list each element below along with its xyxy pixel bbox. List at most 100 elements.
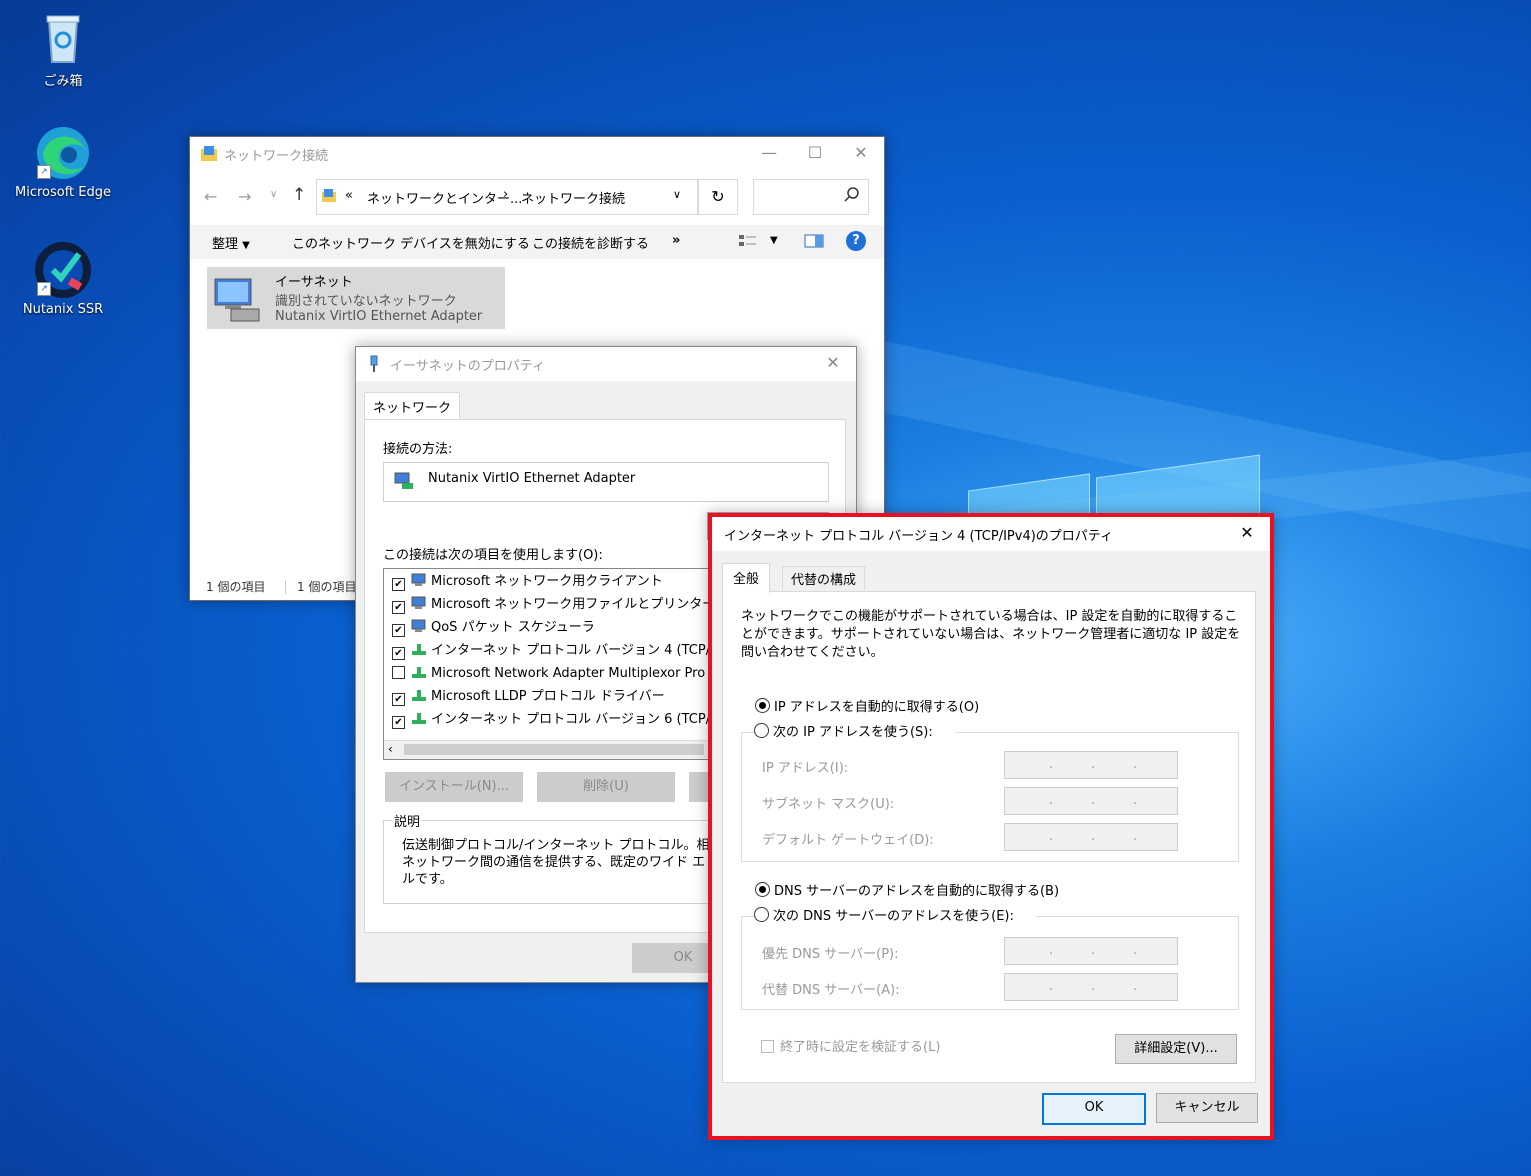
component-label: Microsoft Network Adapter Multiplexor Pr…: [431, 666, 706, 681]
component-list-item[interactable]: ✔ Microsoft ネットワーク用クライアント: [392, 571, 663, 593]
breadcrumb-separator: ›: [503, 187, 509, 202]
status-divider: [285, 580, 286, 594]
tab-network[interactable]: ネットワーク: [364, 392, 461, 420]
connect-using-label: 接続の方法:: [383, 442, 453, 457]
component-checkbox[interactable]: ✔: [392, 624, 405, 637]
breadcrumb-network-internet[interactable]: ネットワークとインター...: [367, 188, 522, 207]
minimize-button[interactable]: —: [746, 137, 792, 169]
component-list-item[interactable]: Microsoft Network Adapter Multiplexor Pr…: [392, 663, 705, 685]
network-connection-item[interactable]: イーサネット 識別されていないネットワーク Nutanix VirtIO Eth…: [207, 267, 505, 329]
address-bar[interactable]: « ネットワークとインター... › ネットワーク接続 ∨: [316, 179, 698, 215]
component-label: Microsoft ネットワーク用ファイルとプリンター共有: [431, 597, 742, 612]
ethernet-plug-icon: [368, 355, 380, 377]
component-checkbox[interactable]: ✔: [392, 647, 405, 660]
desktop-icon-label: Nutanix SSR: [22, 302, 104, 317]
component-checkbox[interactable]: ✔: [392, 716, 405, 729]
component-list-item[interactable]: ✔ QoS パケット スケジューラ: [392, 617, 595, 639]
search-input[interactable]: [753, 179, 869, 215]
back-icon[interactable]: ←: [204, 187, 217, 206]
refresh-button[interactable]: ↻: [698, 179, 738, 215]
close-button[interactable]: ✕: [838, 137, 884, 169]
validate-checkbox[interactable]: 終了時に設定を検証する(L): [761, 1036, 940, 1055]
cancel-button[interactable]: キャンセル: [1156, 1093, 1258, 1123]
ip-address-label: IP アドレス(I):: [762, 761, 849, 776]
forward-icon[interactable]: →: [238, 187, 251, 206]
validate-label: 終了時に設定を検証する(L): [780, 1040, 941, 1055]
radio-selected-icon: [755, 882, 770, 897]
dialog-title: インターネット プロトコル バージョン 4 (TCP/IPv4)のプロパティ: [724, 529, 1114, 544]
install-button[interactable]: インストール(N)...: [385, 772, 523, 802]
component-checkbox[interactable]: ✔: [392, 578, 405, 591]
tab-general[interactable]: 全般: [722, 563, 771, 593]
more-commands-button[interactable]: »: [672, 233, 680, 248]
status-selected-count: 1 個の項目: [297, 580, 357, 594]
ipv4-properties-dialog: インターネット プロトコル バージョン 4 (TCP/IPv4)のプロパティ ✕…: [708, 513, 1274, 1140]
manual-ip-radio[interactable]: 次の IP アドレスを使う(S):: [754, 721, 955, 740]
subnet-mask-field[interactable]: ...: [1004, 787, 1178, 815]
scroll-left-icon[interactable]: ‹: [388, 742, 393, 756]
nutanix-ssr-icon: ↗: [35, 242, 91, 298]
component-checkbox[interactable]: ✔: [392, 601, 405, 614]
preferred-dns-label: 優先 DNS サーバー(P):: [762, 947, 899, 962]
view-options-icon[interactable]: [738, 233, 758, 253]
desktop-icon-recycle-bin[interactable]: ごみ箱: [13, 10, 113, 89]
component-list-item[interactable]: ✔ インターネット プロトコル バージョン 6 (TCP/IPv6): [392, 709, 743, 731]
scrollbar-thumb[interactable]: [404, 744, 704, 755]
organize-menu[interactable]: 整理 ▼: [212, 233, 250, 252]
disable-device-button[interactable]: このネットワーク デバイスを無効にする: [292, 233, 530, 252]
component-list-item[interactable]: ✔ Microsoft LLDP プロトコル ドライバー: [392, 686, 665, 708]
component-icon: [411, 619, 427, 633]
manual-dns-radio[interactable]: 次の DNS サーバーのアドレスを使う(E):: [754, 905, 1036, 924]
default-gateway-field[interactable]: ...: [1004, 823, 1178, 851]
alternate-dns-field[interactable]: ...: [1004, 973, 1178, 1001]
network-folder-icon: [200, 145, 218, 167]
diagnose-button[interactable]: この接続を診断する: [532, 233, 649, 252]
maximize-button[interactable]: ☐: [792, 137, 838, 169]
items-label: この接続は次の項目を使用します(O):: [383, 548, 603, 563]
up-icon[interactable]: ↑: [292, 185, 306, 205]
manual-dns-group: 次の DNS サーバーのアドレスを使う(E): 優先 DNS サーバー(P): …: [741, 905, 1239, 1010]
close-button[interactable]: ✕: [810, 347, 856, 379]
component-list-item[interactable]: ✔ インターネット プロトコル バージョン 4 (TCP/IPv4): [392, 640, 743, 662]
view-dropdown-icon[interactable]: ▼: [770, 235, 778, 246]
chevron-down-icon: ▼: [242, 240, 250, 251]
manual-ip-group: 次の IP アドレスを使う(S): IP アドレス(I): ... サブネット …: [741, 721, 1239, 862]
desktop-icon-label: Microsoft Edge: [14, 185, 111, 200]
preferred-dns-field[interactable]: ...: [1004, 937, 1178, 965]
component-icon: [411, 596, 427, 610]
address-overflow[interactable]: «: [345, 188, 353, 203]
ok-button[interactable]: OK: [1042, 1093, 1146, 1125]
ip-address-field[interactable]: ...: [1004, 751, 1178, 779]
help-icon[interactable]: ?: [846, 231, 866, 251]
recent-dropdown-icon[interactable]: ∨: [270, 189, 277, 200]
component-icon: [411, 688, 427, 702]
auto-dns-radio[interactable]: DNS サーバーのアドレスを自動的に取得する(B): [755, 880, 1059, 899]
auto-ip-radio[interactable]: IP アドレスを自動的に取得する(O): [755, 696, 979, 715]
component-list-item[interactable]: ✔ Microsoft ネットワーク用ファイルとプリンター共有: [392, 594, 741, 616]
intro-text: ネットワークでこの機能がサポートされている場合は、IP 設定を自動的に取得するこ…: [741, 609, 1241, 660]
advanced-button[interactable]: 詳細設定(V)...: [1115, 1034, 1237, 1064]
component-checkbox[interactable]: [392, 666, 405, 679]
shortcut-arrow-icon: ↗: [37, 282, 51, 296]
adapter-icon: [394, 472, 414, 494]
desktop-icon-edge[interactable]: ↗ Microsoft Edge: [13, 125, 113, 200]
component-icon: [411, 642, 427, 656]
component-label: インターネット プロトコル バージョン 6 (TCP/IPv6): [431, 712, 743, 727]
title-bar[interactable]: ネットワーク接続 — ☐ ✕: [190, 137, 884, 169]
manual-ip-label: 次の IP アドレスを使う(S):: [773, 725, 933, 740]
close-button[interactable]: ✕: [1224, 517, 1270, 549]
auto-dns-label: DNS サーバーのアドレスを自動的に取得する(B): [774, 884, 1060, 899]
uninstall-button[interactable]: 削除(U): [537, 772, 675, 802]
component-label: QoS パケット スケジューラ: [431, 620, 595, 635]
preview-pane-icon[interactable]: [804, 233, 824, 253]
recycle-bin-icon: [35, 10, 91, 66]
tab-alternate-config[interactable]: 代替の構成: [782, 566, 866, 590]
window-title: ネットワーク接続: [224, 149, 329, 164]
desktop-icon-nutanix-ssr[interactable]: ↗ Nutanix SSR: [13, 242, 113, 317]
component-checkbox[interactable]: ✔: [392, 693, 405, 706]
title-bar[interactable]: イーサネットのプロパティ ✕: [356, 347, 856, 381]
title-bar[interactable]: インターネット プロトコル バージョン 4 (TCP/IPv4)のプロパティ ✕: [712, 517, 1270, 551]
address-dropdown-icon[interactable]: ∨: [673, 188, 681, 201]
breadcrumb-network-connections[interactable]: ネットワーク接続: [521, 188, 625, 207]
component-icon: [411, 573, 427, 587]
